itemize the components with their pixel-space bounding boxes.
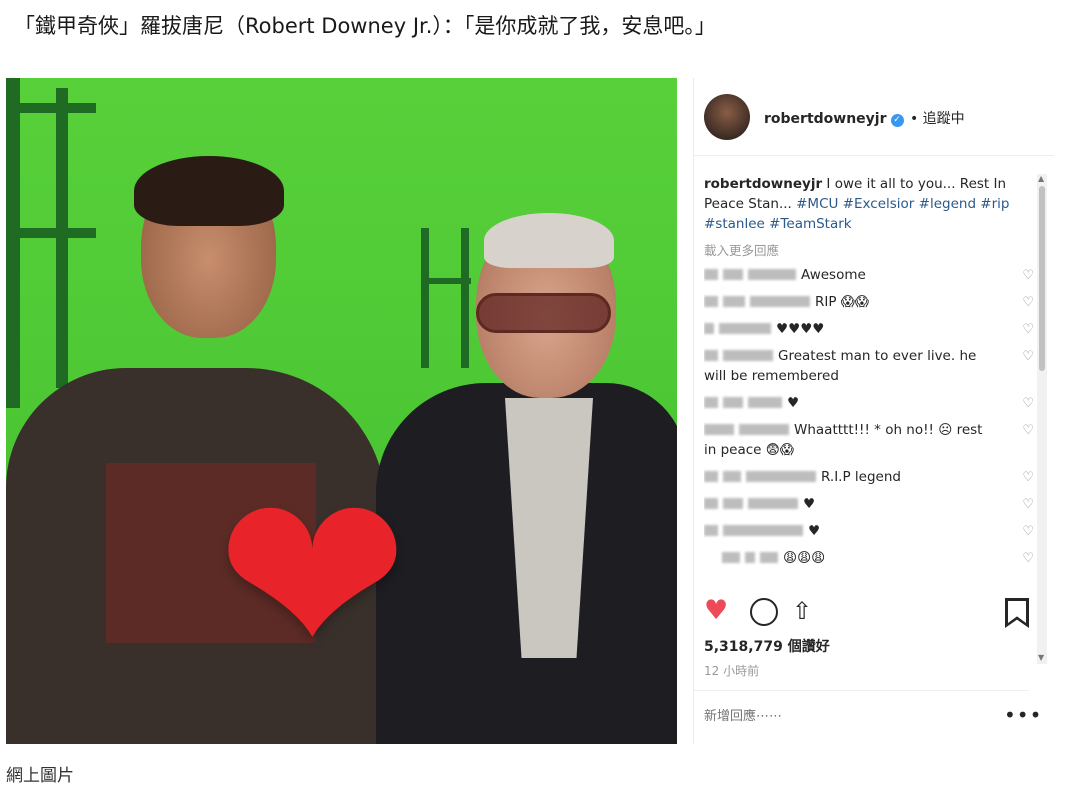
heart-outline-icon[interactable]: ♡ bbox=[1022, 293, 1034, 313]
article-headline: 「鐵甲奇俠」羅拔唐尼（Robert Downey Jr.）：「是你成就了我，安息… bbox=[14, 14, 716, 38]
green-screen-rig bbox=[6, 103, 96, 113]
blurred-username bbox=[704, 498, 718, 509]
comments-list[interactable]: robertdowneyjr I owe it all to you... Re… bbox=[704, 174, 1034, 664]
blurred-username bbox=[719, 323, 771, 334]
blurred-username bbox=[723, 471, 741, 482]
list-item: R.I.P legend ♡ bbox=[704, 467, 1034, 487]
more-options-icon[interactable]: ••• bbox=[1004, 703, 1042, 727]
blurred-username bbox=[723, 296, 745, 307]
comment-bubble-icon[interactable] bbox=[750, 598, 778, 626]
heart-outline-icon[interactable]: ♡ bbox=[1022, 394, 1034, 414]
post-photo: ❤ bbox=[6, 78, 677, 744]
blurred-username bbox=[704, 424, 734, 435]
scroll-down-arrow-icon[interactable]: ▼ bbox=[1038, 653, 1044, 662]
person-right-hair bbox=[484, 213, 614, 268]
add-comment-input[interactable] bbox=[704, 709, 954, 724]
post-header: robertdowneyjr ✓ • 追蹤中 bbox=[694, 78, 1054, 156]
blurred-username bbox=[745, 552, 755, 563]
heart-outline-icon[interactable]: ♡ bbox=[1022, 495, 1034, 515]
blurred-username bbox=[739, 424, 789, 435]
list-item: Awesome ♡ bbox=[704, 265, 1034, 285]
like-count[interactable]: 5,318,779 個讚好 bbox=[704, 636, 830, 656]
blurred-username bbox=[704, 397, 718, 408]
add-comment-bar: ••• bbox=[694, 690, 1041, 744]
blurred-username bbox=[704, 471, 718, 482]
comment-text: RIP 😱😱 bbox=[815, 294, 869, 310]
list-item: Whaatttt!!! * oh no!! ☹ rest in peace 😨😱… bbox=[704, 420, 1034, 460]
blurred-username bbox=[723, 498, 743, 509]
post-author: robertdowneyjr ✓ • 追蹤中 bbox=[764, 108, 965, 128]
blurred-username bbox=[723, 350, 773, 361]
like-heart-icon[interactable]: ♥ bbox=[704, 593, 728, 629]
list-item: RIP 😱😱 ♡ bbox=[704, 292, 1034, 312]
blurred-username bbox=[704, 350, 718, 361]
username-link[interactable]: robertdowneyjr bbox=[764, 111, 887, 127]
green-screen-rig bbox=[461, 228, 469, 368]
list-item: 😩😩😩 ♡ bbox=[704, 548, 1034, 568]
list-item: ♥ ♡ bbox=[704, 494, 1034, 514]
list-item: ♥♥♥♥ ♡ bbox=[704, 319, 1034, 339]
comment-text: ♥♥♥♥ bbox=[776, 321, 825, 337]
comment-text: Awesome bbox=[801, 267, 866, 283]
comments-scrollbar[interactable]: ▲ ▼ bbox=[1037, 174, 1047, 664]
person-left-hair bbox=[134, 156, 284, 226]
green-screen-rig bbox=[6, 228, 96, 238]
scroll-up-arrow-icon[interactable]: ▲ bbox=[1038, 174, 1044, 183]
heart-outline-icon[interactable]: ♡ bbox=[1022, 421, 1034, 441]
blurred-username bbox=[704, 323, 714, 334]
heart-outline-icon[interactable]: ♡ bbox=[1022, 522, 1034, 542]
load-more-comments-link[interactable]: 載入更多回應 bbox=[704, 240, 1034, 259]
list-item: Greatest man to ever live. he will be re… bbox=[704, 346, 1034, 386]
blurred-username bbox=[704, 525, 718, 536]
comment-text: ♥ bbox=[787, 395, 800, 411]
green-screen-rig bbox=[421, 228, 429, 368]
blurred-username bbox=[704, 269, 718, 280]
caption-username[interactable]: robertdowneyjr bbox=[704, 176, 822, 192]
scrollbar-thumb[interactable] bbox=[1039, 186, 1045, 371]
follow-status[interactable]: • 追蹤中 bbox=[910, 111, 965, 127]
post-caption: robertdowneyjr I owe it all to you... Re… bbox=[704, 174, 1034, 234]
heart-outline-icon[interactable]: ♡ bbox=[1022, 347, 1034, 367]
verified-badge-icon: ✓ bbox=[890, 114, 904, 127]
heart-outline-icon[interactable]: ♡ bbox=[1022, 468, 1034, 488]
blurred-username bbox=[704, 296, 718, 307]
avatar[interactable] bbox=[704, 94, 750, 140]
green-screen-rig bbox=[56, 88, 68, 388]
comment-text: ♥ bbox=[803, 496, 816, 512]
heart-outline-icon[interactable]: ♡ bbox=[1022, 266, 1034, 286]
blurred-username bbox=[748, 269, 796, 280]
person-right-glasses bbox=[476, 293, 611, 333]
heart-outline-icon[interactable]: ♡ bbox=[1022, 320, 1034, 340]
blurred-username bbox=[748, 498, 798, 509]
post-actions: ♥ ⇧ bbox=[694, 593, 1054, 633]
share-icon[interactable]: ⇧ bbox=[792, 593, 812, 629]
heart-emoji-icon: ❤ bbox=[216, 444, 409, 711]
blurred-username bbox=[750, 296, 810, 307]
heart-outline-icon[interactable]: ♡ bbox=[1022, 549, 1034, 569]
blurred-username bbox=[746, 471, 816, 482]
comment-text: 😩😩😩 bbox=[783, 550, 826, 566]
blurred-username bbox=[722, 552, 740, 563]
list-item: ♥ ♡ bbox=[704, 521, 1034, 541]
image-caption: 網上圖片 bbox=[6, 766, 74, 786]
list-item: ♥ ♡ bbox=[704, 393, 1034, 413]
blurred-username bbox=[723, 525, 803, 536]
green-screen-rig bbox=[421, 278, 471, 284]
comment-text: R.I.P legend bbox=[821, 469, 901, 485]
post-timestamp[interactable]: 12 小時前 bbox=[704, 662, 759, 679]
blurred-username bbox=[723, 269, 743, 280]
green-screen-rig bbox=[6, 78, 20, 408]
comment-text: ♥ bbox=[808, 523, 821, 539]
blurred-username bbox=[748, 397, 782, 408]
instagram-post-panel: robertdowneyjr ✓ • 追蹤中 robertdowneyjr I o… bbox=[693, 78, 1054, 744]
blurred-username bbox=[723, 397, 743, 408]
blurred-username bbox=[760, 552, 778, 563]
